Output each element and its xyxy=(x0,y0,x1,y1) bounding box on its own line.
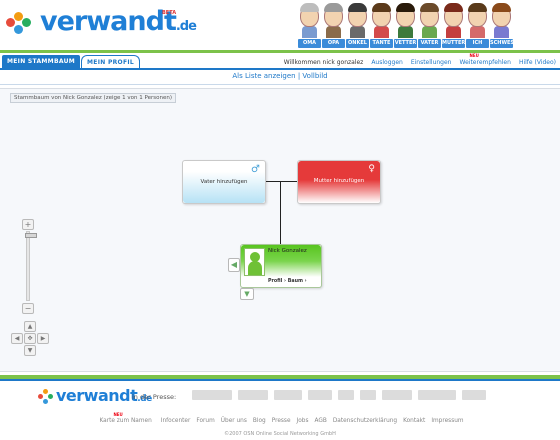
avatar-label: OPA xyxy=(322,39,345,48)
add-mother-label: Mutter hinzufügen xyxy=(313,178,365,184)
show-as-list-link[interactable]: Als Liste anzeigen xyxy=(232,72,295,80)
settings-link[interactable]: Einstellungen xyxy=(411,59,452,66)
press-logo[interactable] xyxy=(192,390,232,400)
avatar-schwester[interactable]: SCHWESTER xyxy=(490,2,525,50)
child-connector-line xyxy=(280,181,281,244)
view-actions: Als Liste anzeigen | Vollbild xyxy=(0,72,560,80)
footer-link[interactable]: AGB xyxy=(314,418,326,424)
footer-logo[interactable]: verwandt.de xyxy=(36,386,152,406)
pan-left-icon[interactable]: ◀ xyxy=(11,333,23,344)
press-logo[interactable] xyxy=(308,390,332,400)
pan-right-icon[interactable]: ▶ xyxy=(37,333,49,344)
avatar-vetter[interactable]: VETTER xyxy=(394,2,417,50)
footer-link[interactable]: Infocenter xyxy=(161,418,191,424)
logo-people-icon xyxy=(6,10,40,36)
press-logos xyxy=(192,390,486,400)
avatar-tante[interactable]: TANTE xyxy=(370,2,393,50)
neu-badge: NEU xyxy=(469,53,479,58)
family-tree-canvas[interactable]: Stammbaum von Nick Gonzalez (zeige 1 von… xyxy=(0,88,560,372)
male-icon: ♂ xyxy=(251,164,260,175)
footer-link[interactable]: Presse xyxy=(272,418,291,424)
avatar-label: TANTE xyxy=(370,39,393,48)
press-logo[interactable] xyxy=(274,390,302,400)
help-video-link[interactable]: Hilfe (Video) xyxy=(519,59,556,66)
verwandt-logo[interactable]: verwandt.de BETA xyxy=(6,4,206,40)
footer-link[interactable]: Impressum xyxy=(431,418,463,424)
avatar-opa[interactable]: OPA xyxy=(322,2,345,50)
zoom-slider[interactable] xyxy=(25,231,37,301)
avatar-label: ONKEL xyxy=(346,39,369,48)
site-footer: verwandt.de in der Presse: NEU Karte zum … xyxy=(0,381,560,440)
avatar-label: OMA xyxy=(298,39,321,48)
site-header: verwandt.de BETA OMA OPA ONKEL TANTE VETTER V… xyxy=(0,0,560,52)
avatar-vater[interactable]: VATER xyxy=(418,2,441,50)
add-mother-card[interactable]: ♀ Mutter hinzufügen xyxy=(297,160,381,204)
fullscreen-link[interactable]: Vollbild xyxy=(302,72,327,80)
person-name: Nick Gonzalez xyxy=(268,248,307,254)
profile-tree-links[interactable]: Profil › Baum › xyxy=(268,279,307,284)
female-icon: ♀ xyxy=(368,164,375,174)
avatar-label: ICH xyxy=(466,39,489,48)
person-card-self[interactable]: Nick Gonzalez Profil › Baum › xyxy=(240,244,322,288)
footer-link[interactable]: Jobs xyxy=(297,418,309,424)
avatar-ich[interactable]: ICH xyxy=(466,2,489,50)
welcome-text: Willkommen nick gonzalez xyxy=(283,59,364,66)
copyright: ©2007 OSN Online Social Networking GmbH xyxy=(224,431,336,437)
avatar-oma[interactable]: OMA xyxy=(298,2,321,50)
person-silhouette-icon xyxy=(244,248,265,276)
logout-link[interactable]: Ausloggen xyxy=(371,59,402,66)
avatar-label: VETTER xyxy=(394,39,417,48)
footer-link[interactable]: NEU Karte zum Namen xyxy=(96,412,154,424)
avatar-onkel[interactable]: ONKEL xyxy=(346,2,369,50)
pan-up-icon[interactable]: ▲ xyxy=(24,321,36,332)
footer-link[interactable]: Blog xyxy=(253,418,266,424)
footer-link[interactable]: Über uns xyxy=(221,418,247,424)
zoom-out-button[interactable]: − xyxy=(22,303,34,314)
zoom-slider-thumb[interactable] xyxy=(25,233,37,238)
zoom-control: + − xyxy=(22,219,37,315)
family-avatars: OMA OPA ONKEL TANTE VETTER VATER MUTTER ICH SCHW… xyxy=(298,2,525,50)
press-logo[interactable] xyxy=(238,390,268,400)
pan-down-icon[interactable]: ▼ xyxy=(24,345,36,356)
recommend-link[interactable]: NEU Weiterempfehlen xyxy=(460,53,511,66)
avatar-label: MUTTER xyxy=(442,39,466,48)
main-tabs: MEIN STAMMBAUM MEIN PROFIL xyxy=(2,55,141,69)
press-logo[interactable] xyxy=(360,390,376,400)
avatar-mutter[interactable]: MUTTER xyxy=(442,2,465,50)
add-child-arrow-icon[interactable]: ▼ xyxy=(240,288,254,300)
press-label: in der Presse: xyxy=(132,393,177,401)
top-navigation: Willkommen nick gonzalez Ausloggen Einst… xyxy=(283,53,556,66)
pan-center-icon[interactable]: ✥ xyxy=(24,333,36,344)
footer-links: NEU Karte zum Namen Infocenter Forum Über un… xyxy=(0,412,560,424)
add-father-card[interactable]: ♂ Vater hinzufügen xyxy=(182,160,266,204)
press-logo[interactable] xyxy=(418,390,456,400)
tree-caption: Stammbaum von Nick Gonzalez (zeige 1 von… xyxy=(10,93,176,103)
footer-link[interactable]: Forum xyxy=(196,418,214,424)
parents-connector-line xyxy=(266,181,297,182)
add-sibling-arrow-icon[interactable]: ◀ xyxy=(228,258,240,272)
avatar-label: VATER xyxy=(418,39,441,48)
pan-control: ▲ ◀ ✥ ▶ ▼ xyxy=(8,321,52,357)
footer-link[interactable]: Kontakt xyxy=(403,418,425,424)
press-logo[interactable] xyxy=(382,390,412,400)
separator: | xyxy=(297,72,301,80)
press-logo[interactable] xyxy=(462,390,486,400)
footer-link[interactable]: Datenschutzerklärung xyxy=(333,418,397,424)
avatar-label: SCHWESTER xyxy=(490,39,525,48)
beta-badge: BETA xyxy=(162,10,177,16)
press-logo[interactable] xyxy=(338,390,354,400)
tab-mein-stammbaum[interactable]: MEIN STAMMBAUM xyxy=(2,55,81,69)
neu-badge: NEU xyxy=(113,412,123,417)
tab-underline xyxy=(0,68,560,70)
tab-mein-profil[interactable]: MEIN PROFIL xyxy=(81,55,141,69)
subheader-divider xyxy=(0,84,560,85)
zoom-in-button[interactable]: + xyxy=(22,219,34,230)
add-father-label: Vater hinzufügen xyxy=(200,179,248,185)
